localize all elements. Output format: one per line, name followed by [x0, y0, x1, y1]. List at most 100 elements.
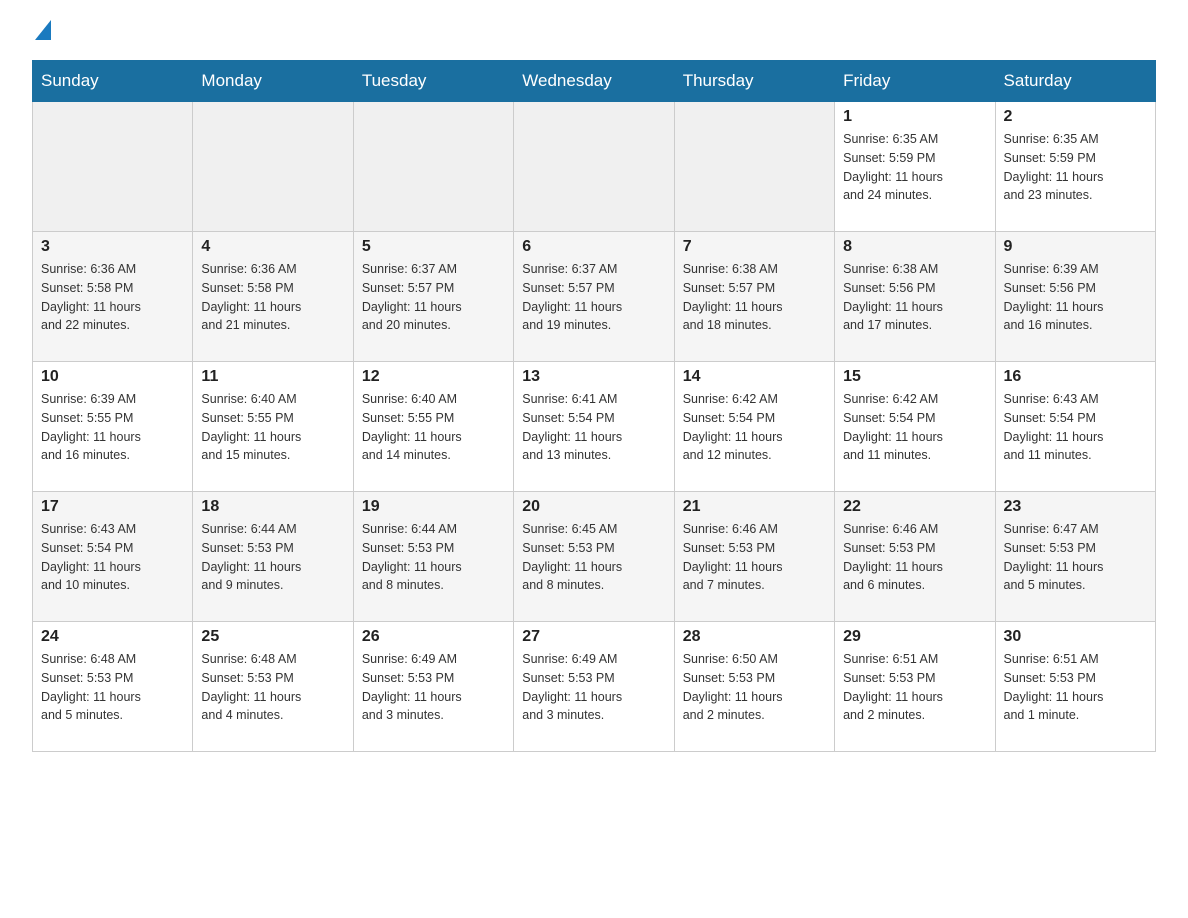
- calendar-cell: 7 Sunrise: 6:38 AMSunset: 5:57 PMDaylight…: [674, 232, 834, 362]
- calendar-cell: [353, 102, 513, 232]
- calendar-cell: 28 Sunrise: 6:50 AMSunset: 5:53 PMDayligh…: [674, 622, 834, 752]
- calendar-cell: 3 Sunrise: 6:36 AMSunset: 5:58 PMDaylight…: [33, 232, 193, 362]
- day-number: 25: [201, 628, 344, 646]
- day-number: 22: [843, 498, 986, 516]
- day-info: Sunrise: 6:37 AMSunset: 5:57 PMDaylight:…: [522, 260, 665, 335]
- weekday-header-wednesday: Wednesday: [514, 61, 674, 102]
- calendar-header: SundayMondayTuesdayWednesdayThursdayFrid…: [33, 61, 1156, 102]
- calendar-cell: 2 Sunrise: 6:35 AMSunset: 5:59 PMDaylight…: [995, 102, 1155, 232]
- day-info: Sunrise: 6:50 AMSunset: 5:53 PMDaylight:…: [683, 650, 826, 725]
- calendar-cell: 16 Sunrise: 6:43 AMSunset: 5:54 PMDayligh…: [995, 362, 1155, 492]
- day-info: Sunrise: 6:38 AMSunset: 5:57 PMDaylight:…: [683, 260, 826, 335]
- day-number: 20: [522, 498, 665, 516]
- day-number: 19: [362, 498, 505, 516]
- day-info: Sunrise: 6:44 AMSunset: 5:53 PMDaylight:…: [201, 520, 344, 595]
- calendar-cell: [33, 102, 193, 232]
- weekday-header-row: SundayMondayTuesdayWednesdayThursdayFrid…: [33, 61, 1156, 102]
- day-info: Sunrise: 6:39 AMSunset: 5:55 PMDaylight:…: [41, 390, 184, 465]
- calendar-week-2: 3 Sunrise: 6:36 AMSunset: 5:58 PMDaylight…: [33, 232, 1156, 362]
- calendar-cell: 21 Sunrise: 6:46 AMSunset: 5:53 PMDayligh…: [674, 492, 834, 622]
- calendar-cell: 17 Sunrise: 6:43 AMSunset: 5:54 PMDayligh…: [33, 492, 193, 622]
- day-number: 15: [843, 368, 986, 386]
- calendar-cell: 15 Sunrise: 6:42 AMSunset: 5:54 PMDayligh…: [835, 362, 995, 492]
- calendar-cell: [193, 102, 353, 232]
- day-info: Sunrise: 6:35 AMSunset: 5:59 PMDaylight:…: [843, 130, 986, 205]
- calendar-cell: 4 Sunrise: 6:36 AMSunset: 5:58 PMDaylight…: [193, 232, 353, 362]
- day-info: Sunrise: 6:48 AMSunset: 5:53 PMDaylight:…: [201, 650, 344, 725]
- day-number: 24: [41, 628, 184, 646]
- day-info: Sunrise: 6:48 AMSunset: 5:53 PMDaylight:…: [41, 650, 184, 725]
- day-number: 29: [843, 628, 986, 646]
- calendar-cell: 5 Sunrise: 6:37 AMSunset: 5:57 PMDaylight…: [353, 232, 513, 362]
- calendar-table: SundayMondayTuesdayWednesdayThursdayFrid…: [32, 60, 1156, 752]
- calendar-cell: 13Sunrise: 6:41 AMSunset: 5:54 PMDayligh…: [514, 362, 674, 492]
- day-info: Sunrise: 6:51 AMSunset: 5:53 PMDaylight:…: [1004, 650, 1147, 725]
- calendar-week-4: 17 Sunrise: 6:43 AMSunset: 5:54 PMDayligh…: [33, 492, 1156, 622]
- day-number: 5: [362, 238, 505, 256]
- calendar-body: 1 Sunrise: 6:35 AMSunset: 5:59 PMDaylight…: [33, 102, 1156, 752]
- day-info: Sunrise: 6:49 AMSunset: 5:53 PMDaylight:…: [362, 650, 505, 725]
- calendar-cell: 27Sunrise: 6:49 AMSunset: 5:53 PMDayligh…: [514, 622, 674, 752]
- calendar-cell: [674, 102, 834, 232]
- calendar-cell: 12 Sunrise: 6:40 AMSunset: 5:55 PMDayligh…: [353, 362, 513, 492]
- calendar-cell: 14Sunrise: 6:42 AMSunset: 5:54 PMDayligh…: [674, 362, 834, 492]
- day-info: Sunrise: 6:36 AMSunset: 5:58 PMDaylight:…: [201, 260, 344, 335]
- weekday-header-tuesday: Tuesday: [353, 61, 513, 102]
- calendar-week-5: 24 Sunrise: 6:48 AMSunset: 5:53 PMDayligh…: [33, 622, 1156, 752]
- calendar-cell: 26 Sunrise: 6:49 AMSunset: 5:53 PMDayligh…: [353, 622, 513, 752]
- day-number: 8: [843, 238, 986, 256]
- day-info: Sunrise: 6:42 AMSunset: 5:54 PMDaylight:…: [843, 390, 986, 465]
- day-info: Sunrise: 6:36 AMSunset: 5:58 PMDaylight:…: [41, 260, 184, 335]
- weekday-header-sunday: Sunday: [33, 61, 193, 102]
- day-info: Sunrise: 6:40 AMSunset: 5:55 PMDaylight:…: [362, 390, 505, 465]
- calendar-cell: 24 Sunrise: 6:48 AMSunset: 5:53 PMDayligh…: [33, 622, 193, 752]
- day-number: 18: [201, 498, 344, 516]
- day-number: 10: [41, 368, 184, 386]
- day-info: Sunrise: 6:44 AMSunset: 5:53 PMDaylight:…: [362, 520, 505, 595]
- day-number: 9: [1004, 238, 1147, 256]
- day-number: 23: [1004, 498, 1147, 516]
- logo: [32, 24, 51, 44]
- day-info: Sunrise: 6:49 AMSunset: 5:53 PMDaylight:…: [522, 650, 665, 725]
- day-info: Sunrise: 6:35 AMSunset: 5:59 PMDaylight:…: [1004, 130, 1147, 205]
- calendar-cell: 18 Sunrise: 6:44 AMSunset: 5:53 PMDayligh…: [193, 492, 353, 622]
- day-number: 6: [522, 238, 665, 256]
- logo-triangle-icon: [35, 20, 51, 40]
- day-number: 26: [362, 628, 505, 646]
- calendar-cell: 10 Sunrise: 6:39 AMSunset: 5:55 PMDayligh…: [33, 362, 193, 492]
- day-number: 4: [201, 238, 344, 256]
- calendar-cell: 6 Sunrise: 6:37 AMSunset: 5:57 PMDaylight…: [514, 232, 674, 362]
- day-number: 12: [362, 368, 505, 386]
- weekday-header-friday: Friday: [835, 61, 995, 102]
- day-number: 28: [683, 628, 826, 646]
- calendar-cell: 9Sunrise: 6:39 AMSunset: 5:56 PMDaylight…: [995, 232, 1155, 362]
- day-number: 11: [201, 368, 344, 386]
- day-info: Sunrise: 6:42 AMSunset: 5:54 PMDaylight:…: [683, 390, 826, 465]
- day-number: 2: [1004, 108, 1147, 126]
- day-number: 7: [683, 238, 826, 256]
- day-number: 3: [41, 238, 184, 256]
- page-header: [32, 24, 1156, 44]
- day-number: 1: [843, 108, 986, 126]
- day-info: Sunrise: 6:38 AMSunset: 5:56 PMDaylight:…: [843, 260, 986, 335]
- calendar-cell: 29Sunrise: 6:51 AMSunset: 5:53 PMDayligh…: [835, 622, 995, 752]
- day-number: 30: [1004, 628, 1147, 646]
- day-info: Sunrise: 6:46 AMSunset: 5:53 PMDaylight:…: [843, 520, 986, 595]
- day-info: Sunrise: 6:37 AMSunset: 5:57 PMDaylight:…: [362, 260, 505, 335]
- calendar-cell: 22 Sunrise: 6:46 AMSunset: 5:53 PMDayligh…: [835, 492, 995, 622]
- day-info: Sunrise: 6:43 AMSunset: 5:54 PMDaylight:…: [41, 520, 184, 595]
- day-number: 16: [1004, 368, 1147, 386]
- calendar-week-1: 1 Sunrise: 6:35 AMSunset: 5:59 PMDaylight…: [33, 102, 1156, 232]
- calendar-cell: [514, 102, 674, 232]
- day-info: Sunrise: 6:43 AMSunset: 5:54 PMDaylight:…: [1004, 390, 1147, 465]
- weekday-header-thursday: Thursday: [674, 61, 834, 102]
- day-info: Sunrise: 6:46 AMSunset: 5:53 PMDaylight:…: [683, 520, 826, 595]
- calendar-cell: 20Sunrise: 6:45 AMSunset: 5:53 PMDayligh…: [514, 492, 674, 622]
- day-number: 17: [41, 498, 184, 516]
- weekday-header-saturday: Saturday: [995, 61, 1155, 102]
- day-info: Sunrise: 6:47 AMSunset: 5:53 PMDaylight:…: [1004, 520, 1147, 595]
- calendar-cell: 23 Sunrise: 6:47 AMSunset: 5:53 PMDayligh…: [995, 492, 1155, 622]
- day-info: Sunrise: 6:41 AMSunset: 5:54 PMDaylight:…: [522, 390, 665, 465]
- calendar-cell: 19 Sunrise: 6:44 AMSunset: 5:53 PMDayligh…: [353, 492, 513, 622]
- day-number: 21: [683, 498, 826, 516]
